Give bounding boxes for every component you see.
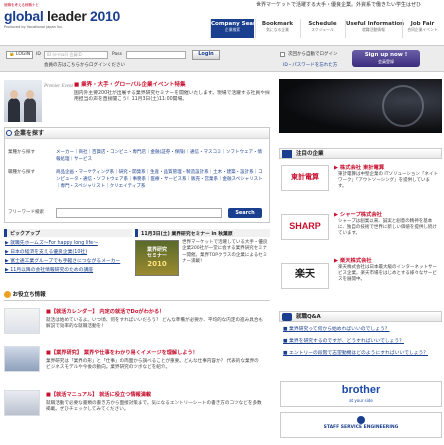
nav-tab-bookmark[interactable]: Bookmark 気になる企業 bbox=[255, 19, 299, 38]
nav-tab-sub: 就職活動情報 bbox=[362, 26, 385, 32]
company-logo[interactable]: 楽天 bbox=[281, 263, 329, 289]
company-description: 楽天株式会社は日本最大級のインターネットサービス企業。楽天市場をはじめとする様々… bbox=[338, 265, 437, 283]
staff-service-logo-icon bbox=[357, 416, 365, 424]
news-item-body: 業界研究は「業界の形」と「仕事」の両面から調べることが重要。どんな仕事内容か？ … bbox=[46, 359, 259, 371]
pickup-link[interactable]: ▶ 富士通工業グループでも手軽さにつながるメーカー bbox=[5, 259, 120, 265]
meeting-image bbox=[4, 346, 40, 372]
seminar-header: 11月3日(土) 業界研究セミナー in 秋葉原 bbox=[135, 229, 270, 237]
signup-sublabel: 会員登録 bbox=[378, 58, 394, 64]
featured-companies-title: 注目の企業 bbox=[296, 151, 324, 157]
industry-search-label: 業種から探す bbox=[8, 150, 35, 155]
nav-tab-sub: スケジュール bbox=[311, 26, 334, 32]
company-name[interactable]: ▶ 楽天株式会社 bbox=[334, 258, 372, 265]
qa-header: 就職Q&A bbox=[279, 311, 442, 322]
nav-tab-sub: 企業検索 bbox=[224, 26, 241, 32]
job-type-search-label: 職種から探す bbox=[8, 170, 35, 175]
signup-label: Sign up now ! bbox=[364, 52, 408, 58]
password-input[interactable] bbox=[126, 51, 186, 59]
signup-button[interactable]: Sign up now ! 会員登録 bbox=[352, 50, 420, 67]
logo-text-a: global bbox=[4, 8, 48, 24]
login-button[interactable]: Login bbox=[192, 50, 220, 60]
nav-tab-sub: 気になる企業 bbox=[266, 26, 289, 32]
forgot-password-link[interactable]: ID・パスワードを忘れた方 bbox=[283, 63, 337, 69]
seminar-description: 世界マーケットで活躍している大手・優良企業200社が一堂に会する業界研究セミナー… bbox=[182, 240, 268, 264]
nav-tab-job-fair[interactable]: Job Fair 合同企業イベント bbox=[402, 19, 442, 38]
search-panel-title: 企業を探す bbox=[14, 130, 45, 137]
news-item-title[interactable]: ■【就活マニュアル】 就活に役立つ情報満載 bbox=[46, 392, 151, 399]
dark-banner-image[interactable] bbox=[279, 79, 442, 133]
industry-links[interactable]: メーカー｜商社｜百貨店・コンビニ・専門店｜金融(証券・保険)｜通信・マスコミ｜ソ… bbox=[56, 149, 264, 163]
freeword-label: フリーワード検索 bbox=[8, 210, 44, 215]
news-header: お役立ち情報 bbox=[4, 291, 270, 301]
hero-description: 国内外主要200社が出展する業界研究セミナーを開催いたします。現場で活躍する社員… bbox=[74, 91, 270, 102]
login-tag-text: LOGIN bbox=[16, 52, 31, 57]
logo-subtitle: Produced by Vocational Japan Inc. bbox=[4, 25, 64, 29]
person-figure bbox=[24, 90, 36, 122]
pickup-title: ピックアップ bbox=[10, 230, 41, 237]
logo-tagline-small: 就職を考える就職ナビ bbox=[4, 3, 39, 7]
lock-icon: 🔒 bbox=[9, 52, 15, 57]
qa-link[interactable]: ■ 業界を研究するのですが、どうすればいいでしょう？ bbox=[283, 339, 404, 345]
login-tag: 🔒 LOGIN bbox=[6, 51, 34, 59]
news-item-body: 就職活動で必要な書類の書き方から面接対策まで。気になるエントリーシートの書き方の… bbox=[46, 401, 262, 413]
logo-text-c: 2010 bbox=[86, 8, 121, 24]
ad-logo-text: STAFF SERVICE ENGINEERING bbox=[323, 425, 399, 430]
freeword-input[interactable] bbox=[56, 208, 222, 218]
job-type-links[interactable]: 商品企画・マーケティング系｜研究・開発系｜生産・品質管理・製造設計系｜土木・建築… bbox=[56, 169, 264, 191]
company-name[interactable]: ▶ シャープ株式会社 bbox=[334, 212, 382, 219]
pickup-header: ピックアップ bbox=[4, 229, 132, 237]
search-panel-header bbox=[5, 128, 269, 139]
forgot-link-text: ID・パスワードを忘れた方 bbox=[283, 63, 338, 68]
nav-tab-company-search[interactable]: Company Search 企業検索 bbox=[210, 19, 263, 38]
nav-tab-sub: 合同企業イベント bbox=[407, 26, 438, 32]
search-icon bbox=[6, 130, 12, 136]
news-title: お役立ち情報 bbox=[12, 292, 46, 298]
id-input[interactable]: ID (e-mail) 会員ID bbox=[44, 51, 108, 59]
site-logo[interactable]: global leader 2010 bbox=[4, 8, 120, 26]
login-note: 会員の方はこちらからログインください bbox=[44, 63, 125, 68]
pickup-link[interactable]: ▶ 就職先ホームズ〜For happy long life〜 bbox=[5, 241, 98, 247]
news-item-body: 就活は始めているよ。いつ頃、何をすればいいだろう？ どんな準備が必要か、平均的な… bbox=[46, 318, 264, 330]
featured-companies-header: 注目の企業 bbox=[279, 148, 442, 159]
staff-service-ad-banner[interactable]: STAFF SERVICE ENGINEERING bbox=[280, 412, 442, 438]
header-tagline: 世界マーケットで活躍する大手・優良企業。外資系で働きたい学生はぜひ bbox=[256, 2, 422, 8]
ad-slogan: at your side bbox=[349, 397, 373, 403]
pickup-link[interactable]: ▶ 11月以降の会社情報研究のための講座 bbox=[5, 268, 93, 274]
hero-people-image bbox=[4, 80, 42, 122]
search-button[interactable]: Search bbox=[228, 208, 262, 218]
qa-title: 就職Q&A bbox=[296, 314, 321, 320]
nav-tab-schedule[interactable]: Schedule スケジュール bbox=[300, 19, 344, 38]
news-item-title[interactable]: ■【業界研究】 業界や仕事をわかり易くイメージを理解しよう！ bbox=[46, 350, 198, 357]
hero-title[interactable]: ■ 業界・大手・グローバル企業イベント特集 bbox=[74, 82, 186, 89]
auto-login-label: 次回から自動でログイン bbox=[288, 52, 338, 57]
businesswoman-image bbox=[4, 390, 40, 416]
seminar-banner[interactable]: 業界研究 セミナー 2010 bbox=[135, 240, 179, 276]
brother-ad-banner[interactable]: brother at your side bbox=[280, 381, 442, 407]
company-name[interactable]: ▶ 株式会社 東計電算 bbox=[334, 165, 384, 172]
qa-link[interactable]: ■ 業界研究って何から始めればいいのでしょう？ bbox=[283, 327, 390, 333]
auto-login-checkbox[interactable] bbox=[280, 52, 285, 57]
ad-logo-text: brother bbox=[341, 384, 381, 396]
building-icon bbox=[282, 150, 292, 158]
premier-event-tag: Premier Event bbox=[44, 84, 73, 89]
nav-tab-useful-information[interactable]: Useful Information 就職活動情報 bbox=[345, 19, 404, 38]
info-icon bbox=[4, 291, 11, 298]
qa-icon bbox=[282, 313, 292, 321]
company-logo[interactable]: 東計電算 bbox=[281, 165, 329, 191]
company-description: シャープは創業以来、誠実と創意の精神を基本に、独自の技術で世界に新しい価値を提供… bbox=[338, 219, 437, 237]
news-item-title[interactable]: ■【就活カレンダー】 内定の就活でDoがわかる！ bbox=[46, 309, 164, 316]
company-logo[interactable]: SHARP bbox=[281, 214, 329, 240]
id-label: ID bbox=[36, 52, 41, 57]
seminar-title: 11月3日(土) 業界研究セミナー in 秋葉原 bbox=[141, 231, 233, 237]
company-description: 東計電算は中堅企業の ITソリューション「ネイトワーク」「アウトソーシング」を提… bbox=[338, 172, 438, 190]
seminar-banner-year: 2010 bbox=[147, 259, 167, 268]
pickup-link[interactable]: ▶ 日本の経済を支える優良企業(10社) bbox=[5, 250, 87, 256]
person-figure bbox=[8, 90, 20, 122]
logo-text-b: leader bbox=[47, 8, 87, 24]
pass-label: Pass bbox=[112, 52, 122, 57]
qa-link[interactable]: ■ エントリーの段階で志望動機はどのようにすればいいでしょう？ bbox=[283, 351, 428, 357]
calendar-image bbox=[4, 308, 40, 334]
